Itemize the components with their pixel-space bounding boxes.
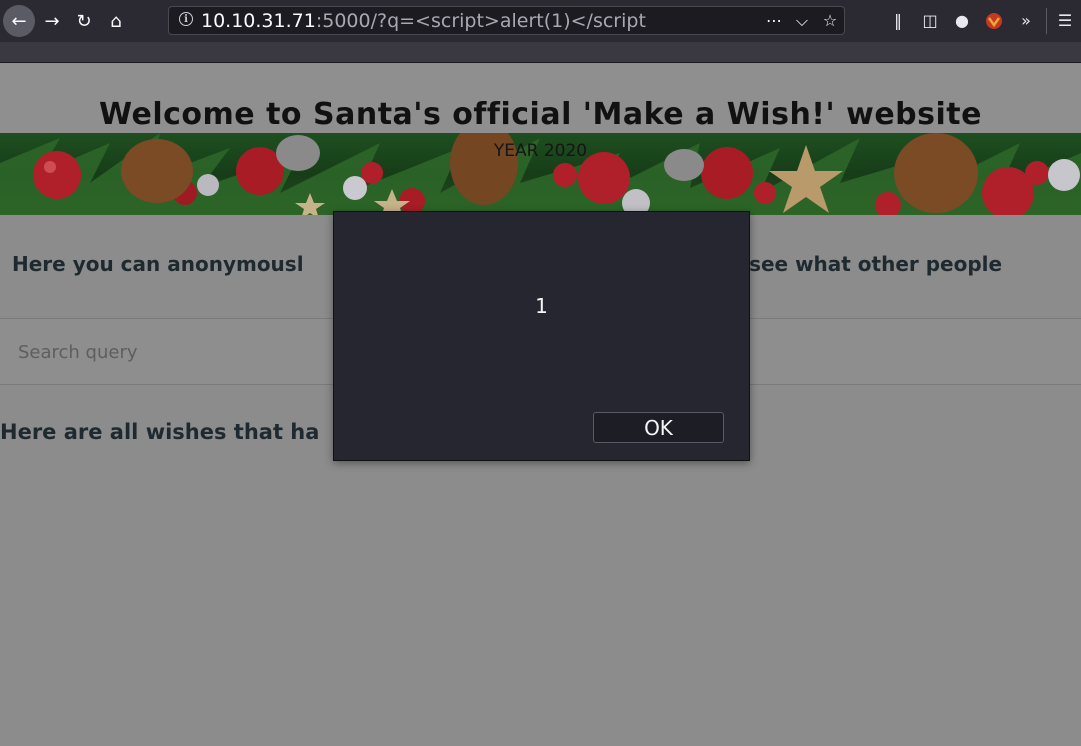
overflow-chevron-icon[interactable]: » [1015,10,1037,32]
alert-dialog: 1 OK [333,211,750,461]
url-path: :5000/?q=<script>alert(1)</script [315,10,646,32]
url-text[interactable]: 10.10.31.71:5000/?q=<script>alert(1)</sc… [201,9,646,33]
intro-text-left: Here you can anonymousl [12,252,304,276]
ok-button[interactable]: OK [593,412,724,443]
home-icon: ⌂ [110,10,122,32]
reload-icon: ↻ [76,10,92,32]
toolbar-divider [1046,8,1047,34]
reload-button[interactable]: ↻ [69,6,99,36]
forward-arrow-icon: → [44,10,60,32]
page-title: Welcome to Santa's official 'Make a Wish… [99,97,982,132]
back-button[interactable]: ← [3,5,35,37]
intro-text-right: nd see what other people [713,252,1003,276]
sidebar-icon[interactable]: ◫ [919,10,941,32]
pocket-icon[interactable]: ⌵ [792,11,812,31]
url-host: 10.10.31.71 [201,10,316,32]
browser-toolbar: ← → ↻ ⌂ i 10.10.31.71:5000/?q=<script>al… [0,0,1081,42]
info-icon[interactable]: i [179,12,193,26]
more-dots-icon[interactable]: ⋯ [764,11,784,31]
page-subtitle: YEAR 2020 [493,141,588,161]
christmas-banner: Welcome to Santa's official 'Make a Wish… [0,63,1081,215]
bookmarks-strip [0,42,1081,63]
home-button[interactable]: ⌂ [101,6,131,36]
back-arrow-icon: ← [11,10,27,32]
extension-icon[interactable] [983,10,1005,32]
library-icon[interactable]: ‖ [887,10,909,32]
url-bar[interactable]: i 10.10.31.71:5000/?q=<script>alert(1)</… [168,6,845,35]
star-icon[interactable]: ☆ [820,11,840,31]
forward-button[interactable]: → [37,6,67,36]
alert-message: 1 [535,294,548,318]
account-icon[interactable]: ● [951,10,973,32]
wishes-heading: Here are all wishes that ha [0,420,320,444]
menu-icon[interactable]: ☰ [1054,10,1076,32]
